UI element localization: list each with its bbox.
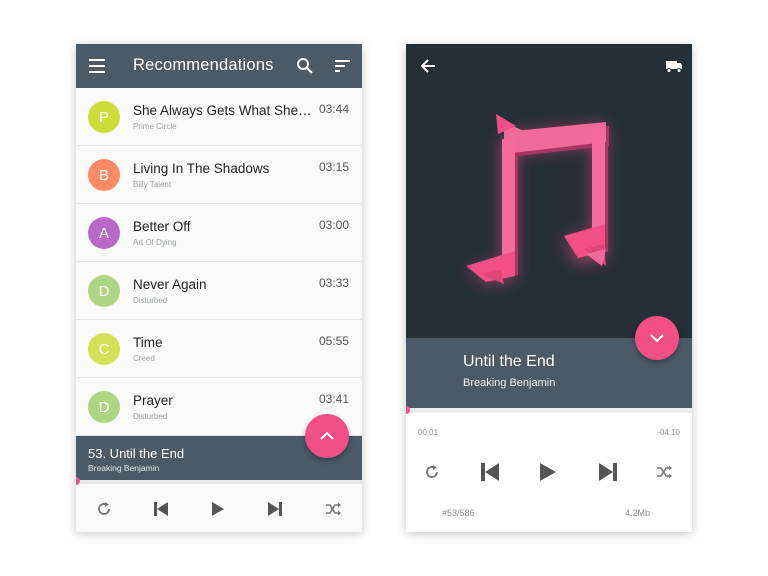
next-icon[interactable] [264,498,286,520]
avatar: P [88,101,120,133]
now-playing-title: 53. Until the End [88,446,185,461]
song-title: Never Again [133,277,207,292]
progress-bar[interactable] [406,406,692,414]
collapse-player-button[interactable] [635,316,679,360]
list-item[interactable]: A Better Off Art Of Dying 03:00 [76,204,362,262]
player-controls [76,486,362,532]
song-artist: Creed [133,354,155,363]
song-artist: Art Of Dying [133,238,177,247]
list-item[interactable]: P She Always Gets What She Wants Prime C… [76,88,362,146]
now-playing-artist: Breaking Benjamin [88,463,160,473]
chevron-down-icon [650,334,664,343]
song-title: She Always Gets What She Wants [133,103,313,118]
song-duration: 03:41 [318,392,349,406]
song-artist: Billy Talent [133,180,172,189]
now-playing-screen: Until the End Breaking Benjamin 00:01 -0… [406,44,692,532]
playlist-screen: Recommendations P She Always Gets What S… [76,44,362,532]
avatar: A [88,217,120,249]
song-title: Better Off [133,219,191,234]
song-duration: 03:33 [318,276,349,290]
chevron-up-icon [320,431,334,440]
music-note-icon [466,114,609,284]
search-icon[interactable] [293,54,317,78]
remaining-time: -04:10 [657,428,680,437]
page-title: Recommendations [133,56,274,74]
song-duration: 03:44 [318,102,349,116]
song-artist: Prime Circle [133,122,177,131]
shuffle-icon[interactable] [654,462,674,482]
song-title: Prayer [133,393,173,408]
repeat-icon[interactable] [422,462,442,482]
next-icon[interactable] [596,460,620,484]
track-title: Until the End [463,353,555,370]
previous-icon[interactable] [478,460,502,484]
shuffle-icon[interactable] [323,499,343,519]
repeat-icon[interactable] [94,499,114,519]
list-item[interactable]: C Time Creed 05:55 [76,320,362,378]
song-duration: 03:00 [318,218,349,232]
app-bar: Recommendations [76,44,362,88]
previous-icon[interactable] [150,498,172,520]
expand-player-button[interactable] [305,414,349,458]
song-artist: Disturbed [133,296,168,305]
avatar: D [88,391,120,423]
avatar: C [88,333,120,365]
elapsed-time: 00:01 [418,428,439,437]
play-icon[interactable] [207,498,229,520]
progress-bar[interactable] [76,477,362,485]
menu-icon[interactable] [86,54,110,78]
avatar: B [88,159,120,191]
track-position: #53/586 [442,508,475,518]
avatar: D [88,275,120,307]
track-artist: Breaking Benjamin [463,377,556,389]
list-item[interactable]: D Never Again Disturbed 03:33 [76,262,362,320]
list-item[interactable]: B Living In The Shadows Billy Talent 03:… [76,146,362,204]
album-art [406,44,692,338]
progress-knob[interactable] [76,477,80,485]
file-size: 4.2Mb [624,508,650,518]
player-controls [406,452,692,492]
progress-knob[interactable] [406,406,410,414]
play-icon[interactable] [536,460,560,484]
song-title: Living In The Shadows [133,161,270,176]
song-duration: 05:55 [318,334,349,348]
song-title: Time [133,335,163,350]
sort-icon[interactable] [331,54,355,78]
song-artist: Disturbed [133,412,168,421]
song-duration: 03:15 [318,160,349,174]
